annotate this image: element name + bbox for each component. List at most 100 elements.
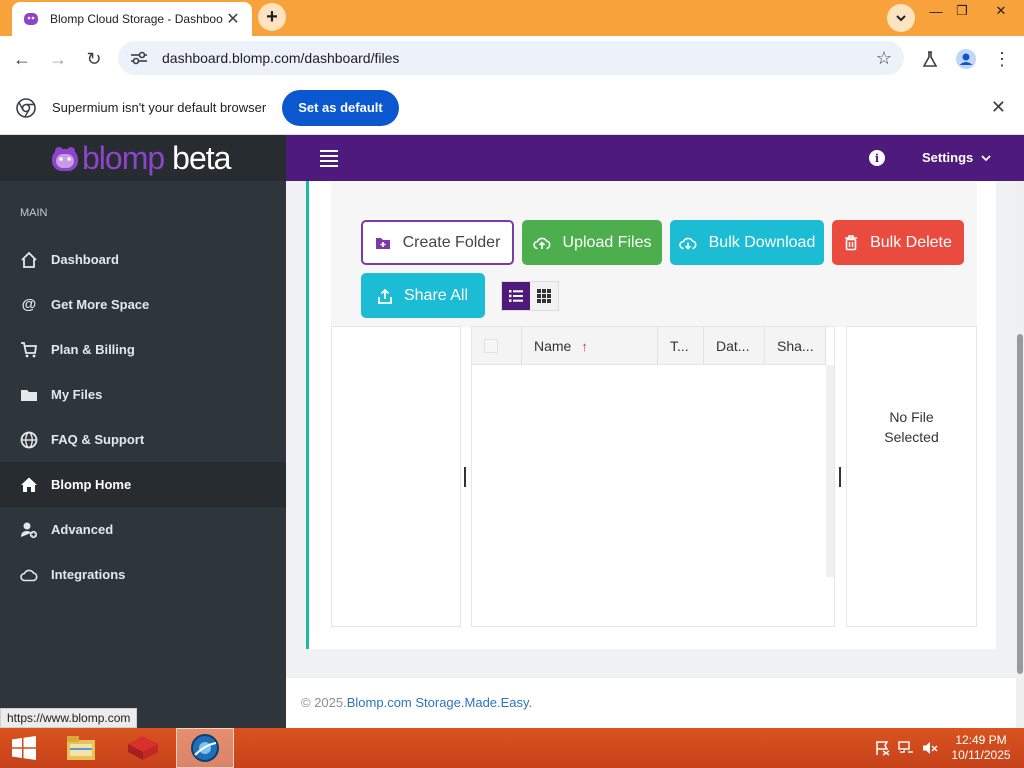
hamburger-menu-icon[interactable] — [320, 150, 338, 170]
sidebar-item-blomp-home[interactable]: Blomp Home — [0, 462, 286, 507]
left-splitter-handle[interactable] — [464, 467, 466, 487]
infobar-message: Supermium isn't your default browser — [52, 100, 267, 115]
info-icon[interactable]: i — [869, 150, 885, 166]
sort-ascending-icon: ↑ — [581, 338, 588, 354]
sidebar-item-faq-support[interactable]: FAQ & Support — [0, 417, 286, 462]
sidebar: blomp beta MAIN Dashboard @ Get More Spa… — [0, 135, 286, 728]
bulk-download-button[interactable]: Bulk Download — [670, 220, 824, 265]
volume-muted-icon[interactable] — [922, 740, 938, 756]
action-center-flag-icon[interactable] — [874, 740, 890, 756]
files-card: Create Folder Upload Files Bulk Download… — [306, 181, 996, 649]
site-info-icon[interactable] — [130, 51, 150, 65]
file-toolbar: Create Folder Upload Files Bulk Download… — [331, 181, 977, 327]
footer: © 2025.Blomp.com Storage.Made.Easy. — [286, 678, 1016, 728]
page-scrollbar[interactable] — [1016, 181, 1024, 728]
bulk-delete-label: Bulk Delete — [870, 233, 952, 251]
column-date[interactable]: Dat... — [704, 327, 765, 365]
sidebar-item-get-more-space[interactable]: @ Get More Space — [0, 282, 286, 327]
folder-icon — [20, 386, 38, 404]
home-outline-icon — [20, 251, 38, 269]
at-icon: @ — [21, 296, 37, 313]
sidebar-item-my-files[interactable]: My Files — [0, 372, 286, 417]
upload-files-button[interactable]: Upload Files — [522, 220, 662, 265]
home-icon — [20, 476, 38, 494]
globe-icon — [20, 431, 38, 449]
browser-tab[interactable]: Blomp Cloud Storage - Dashboo ✕ — [12, 2, 252, 36]
sidebar-item-label: FAQ & Support — [51, 432, 145, 447]
settings-dropdown[interactable]: Settings — [922, 150, 991, 165]
top-header: i Settings — [286, 135, 1024, 181]
taskbar-clock[interactable]: 12:49 PM 10/11/2025 — [946, 733, 1016, 763]
main-content: Create Folder Upload Files Bulk Download… — [286, 181, 1016, 728]
set-as-default-button[interactable]: Set as default — [282, 89, 399, 126]
share-all-button[interactable]: Share All — [361, 273, 485, 318]
back-arrow-icon[interactable]: ← — [8, 45, 36, 73]
chevron-down-icon — [896, 15, 906, 22]
network-icon[interactable] — [898, 740, 914, 756]
sidebar-item-advanced[interactable]: Advanced — [0, 507, 286, 552]
page-scrollbar-thumb[interactable] — [1017, 334, 1023, 674]
column-name-label: Name — [534, 338, 572, 354]
browser-logo-icon — [16, 97, 36, 118]
browser-menu-icon[interactable]: ⋮ — [988, 45, 1016, 73]
sidebar-item-label: Get More Space — [51, 297, 150, 312]
cloud-download-icon — [678, 236, 697, 250]
tab-close-icon[interactable]: ✕ — [224, 9, 242, 29]
forward-arrow-icon[interactable]: → — [44, 45, 72, 73]
reload-icon[interactable]: ↻ — [80, 45, 108, 73]
sidebar-item-integrations[interactable]: Integrations — [0, 552, 286, 597]
browser-taskbar-icon[interactable] — [176, 728, 234, 768]
address-bar[interactable]: dashboard.blomp.com/dashboard/files ☆ — [118, 41, 904, 75]
column-type[interactable]: T... — [658, 327, 704, 365]
bulk-delete-button[interactable]: Bulk Delete — [832, 220, 964, 265]
create-folder-button[interactable]: Create Folder — [361, 220, 514, 265]
tab-search-button[interactable] — [887, 4, 915, 32]
grid-scrollbar[interactable] — [826, 365, 834, 577]
sidebar-item-label: Plan & Billing — [51, 342, 135, 357]
list-view-icon[interactable] — [502, 282, 530, 310]
select-all-checkbox[interactable] — [472, 327, 522, 365]
restore-button[interactable]: ❐ — [947, 0, 977, 22]
browser-title-bar: Blomp Cloud Storage - Dashboo ✕ + — ❐ ✕ — [0, 0, 1024, 36]
sidebar-item-label: Integrations — [51, 567, 126, 582]
right-splitter-handle[interactable] — [839, 467, 841, 487]
labs-flask-icon[interactable] — [916, 45, 944, 73]
grid-view-icon[interactable] — [530, 282, 558, 310]
sidebar-item-label: Dashboard — [51, 252, 119, 267]
view-toggle — [501, 281, 559, 311]
new-tab-button[interactable]: + — [258, 3, 286, 31]
share-upload-icon — [378, 288, 392, 304]
file-explorer-icon[interactable] — [60, 728, 102, 768]
brand-blomp: blomp — [82, 139, 165, 176]
no-file-selected-text: No File Selected — [847, 407, 976, 447]
blomp-mascot-icon — [52, 147, 78, 171]
bookmark-star-icon[interactable]: ☆ — [876, 48, 892, 69]
sidebar-item-dashboard[interactable]: Dashboard — [0, 237, 286, 282]
cart-icon — [20, 341, 38, 359]
app-boxes-icon[interactable] — [120, 728, 166, 768]
clock-date: 10/11/2025 — [951, 748, 1011, 762]
no-file-line2: Selected — [884, 429, 939, 445]
brand-beta: beta — [172, 139, 231, 176]
cloud-upload-icon — [532, 236, 551, 250]
file-details-panel: No File Selected — [846, 326, 977, 627]
blomp-favicon-icon — [22, 10, 40, 28]
no-file-line1: No File — [889, 409, 934, 425]
file-grid: Name ↑ T... Dat... Sha... — [471, 326, 835, 627]
infobar-close-icon[interactable]: ✕ — [991, 97, 1006, 118]
profile-avatar-icon[interactable] — [952, 45, 980, 73]
trash-icon — [844, 234, 858, 251]
status-bar-url: https://www.blomp.com — [0, 708, 138, 728]
url-text: dashboard.blomp.com/dashboard/files — [162, 50, 400, 66]
column-shared[interactable]: Sha... — [765, 327, 826, 365]
chevron-down-icon — [981, 155, 991, 162]
footer-link[interactable]: Blomp.com Storage.Made.Easy. — [347, 695, 532, 710]
column-name[interactable]: Name ↑ — [522, 327, 658, 365]
section-label-main: MAIN — [20, 207, 48, 219]
blomp-logo[interactable]: blomp beta — [0, 135, 286, 181]
windows-start-icon[interactable] — [6, 728, 42, 768]
sidebar-item-plan-billing[interactable]: Plan & Billing — [0, 327, 286, 372]
window-close-button[interactable]: ✕ — [981, 0, 1021, 22]
clock-time: 12:49 PM — [955, 733, 1007, 747]
upload-files-label: Upload Files — [562, 233, 652, 251]
